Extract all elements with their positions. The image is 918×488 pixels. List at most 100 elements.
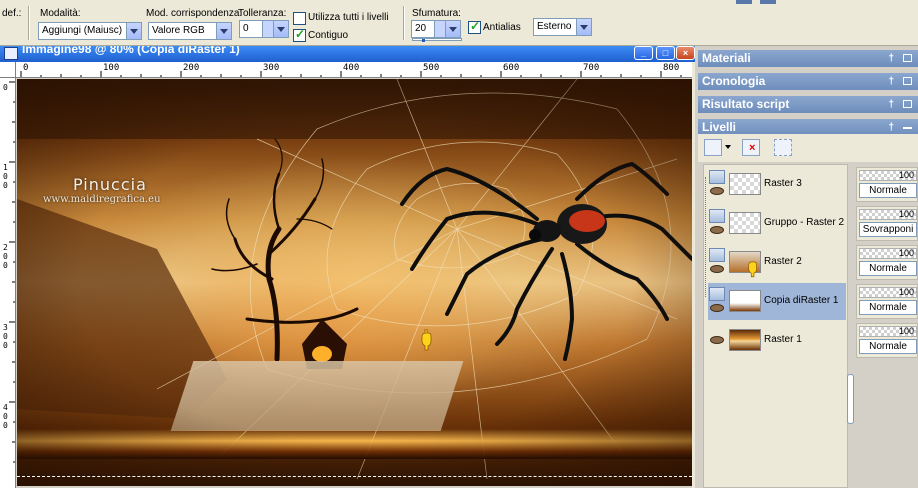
feather-input[interactable]: 20	[411, 20, 461, 38]
ruler-tick-label: 400	[343, 63, 360, 73]
materials-panel-title: Materiali	[702, 51, 751, 65]
layer-properties: 100 Sovrapponi	[856, 206, 918, 241]
minimize-icon[interactable]	[903, 127, 912, 129]
layer-thumbnail	[729, 173, 761, 195]
spin-buttons[interactable]	[434, 21, 445, 37]
close-button[interactable]: ×	[676, 46, 695, 60]
layer-thumbnail	[729, 329, 761, 351]
ruler-tick-label: 400	[3, 403, 8, 430]
contiguous-checkbox[interactable]	[293, 27, 306, 42]
image-window: Immagine98 @ 80% (Copia diRaster 1) _ □ …	[0, 46, 695, 488]
blend-mode-select[interactable]: Normale	[859, 339, 917, 354]
separator	[28, 6, 30, 40]
restore-icon[interactable]	[903, 54, 912, 62]
preset-label: def.:	[2, 8, 22, 19]
blend-mode-select[interactable]: Normale	[859, 300, 917, 315]
spin-buttons[interactable]	[262, 21, 273, 37]
layer-properties: 100 Normale	[856, 323, 918, 358]
side-panels: Materiali † Cronologia † Risultato scrip…	[695, 46, 918, 488]
pin-icon[interactable]: †	[888, 96, 894, 113]
layer-properties-column: 100 Normale 100 Sovrapponi 100 Normale 1…	[855, 164, 918, 488]
top-tab-strip	[718, 0, 918, 4]
ruler-tick-label: 100	[103, 63, 120, 73]
restore-icon[interactable]	[903, 77, 912, 85]
layer-properties: 100 Normale	[856, 245, 918, 280]
eye-icon[interactable]	[710, 304, 724, 312]
chevron-down-icon[interactable]	[273, 21, 288, 37]
pin-icon[interactable]: †	[888, 50, 894, 67]
image-canvas[interactable]: Pinuccia www.maidiregrafica.eu	[17, 79, 692, 486]
restore-icon[interactable]	[903, 100, 912, 108]
image-window-titlebar[interactable]: Immagine98 @ 80% (Copia diRaster 1) _ □ …	[0, 46, 695, 62]
pin-icon[interactable]: †	[888, 73, 894, 90]
layer-row[interactable]: Raster 3	[708, 166, 846, 203]
new-layer-icon[interactable]	[704, 139, 722, 156]
eye-icon[interactable]	[710, 226, 724, 234]
layer-row[interactable]: Raster 1	[708, 322, 846, 359]
feather-label: Sfumatura:	[412, 8, 461, 19]
layers-list: Raster 3 Gruppo - Raster 2 Raster 2 Copi…	[703, 164, 848, 488]
feather-slider[interactable]	[412, 38, 462, 42]
layers-toolbar: ×	[698, 134, 918, 162]
layers-scrollbar[interactable]	[847, 374, 854, 424]
minimize-button[interactable]: _	[634, 46, 653, 60]
ruler-tick-label: 100	[3, 163, 8, 190]
chevron-down-icon[interactable]	[725, 145, 731, 149]
selection-marquee	[17, 476, 692, 477]
history-panel-header[interactable]: Cronologia †	[698, 73, 918, 90]
ruler-tick-label: 200	[183, 63, 200, 73]
pointing-hand-icon	[421, 329, 432, 351]
layer-properties: 100 Normale	[856, 284, 918, 319]
eye-icon[interactable]	[710, 336, 724, 344]
blend-mode-select[interactable]: Normale	[859, 183, 917, 198]
mode-label: Modalità:	[40, 8, 81, 19]
tolerance-value: 0	[243, 23, 249, 34]
pointing-hand-icon	[748, 261, 757, 278]
script-result-panel-header[interactable]: Risultato script †	[698, 96, 918, 113]
layer-type-icon	[709, 170, 725, 184]
opacity-value: 100	[898, 326, 914, 336]
slider-thumb[interactable]	[422, 39, 426, 42]
layer-row[interactable]: Raster 2	[708, 244, 846, 281]
eye-icon[interactable]	[710, 265, 724, 273]
use-all-layers-label: Utilizza tutti i livelli	[308, 12, 389, 23]
layer-name: Copia diRaster 1	[764, 295, 839, 306]
match-mode-select[interactable]: Valore RGB	[148, 22, 232, 40]
chevron-down-icon[interactable]	[126, 23, 141, 39]
chevron-down-icon[interactable]	[576, 19, 591, 35]
ruler-corner	[0, 62, 16, 78]
mask-edit-icon[interactable]	[774, 139, 792, 156]
maximize-button[interactable]: □	[656, 46, 675, 60]
delete-layer-icon[interactable]: ×	[742, 139, 760, 156]
ruler-tick-label: 300	[263, 63, 280, 73]
match-mode-label: Mod. corrispondenza:	[146, 8, 243, 19]
layer-row[interactable]: Gruppo - Raster 2	[708, 205, 846, 242]
layer-type-icon	[709, 287, 725, 301]
contiguous-label: Contiguo	[308, 30, 349, 41]
layers-panel-title: Livelli	[702, 120, 737, 134]
layer-row-selected[interactable]: Copia diRaster 1	[708, 283, 846, 320]
tab-marker[interactable]	[736, 0, 752, 4]
ruler-tick-label: 0	[3, 83, 8, 92]
script-result-panel-title: Risultato script	[702, 97, 790, 111]
horizontal-ruler: 0 100 200 300 400 500 600 700 800	[16, 62, 692, 78]
materials-panel-header[interactable]: Materiali †	[698, 50, 918, 67]
opacity-value: 100	[898, 209, 914, 219]
blend-mode-select[interactable]: Normale	[859, 261, 917, 276]
edge-mode-select[interactable]: Esterno	[533, 18, 592, 36]
use-all-layers-checkbox[interactable]	[293, 12, 306, 25]
opacity-value: 100	[898, 287, 914, 297]
chevron-down-icon[interactable]	[216, 23, 231, 39]
antialias-checkbox[interactable]	[468, 19, 481, 34]
eye-icon[interactable]	[710, 187, 724, 195]
chevron-down-icon[interactable]	[445, 21, 460, 37]
mode-select[interactable]: Aggiungi (Maiusc)	[38, 22, 142, 40]
blend-mode-select[interactable]: Sovrapponi	[859, 222, 917, 237]
layer-name: Raster 3	[764, 178, 802, 189]
antialias-label: Antialias	[483, 22, 521, 33]
watermark-name: Pinuccia	[73, 175, 147, 194]
layer-name: Raster 1	[764, 334, 802, 345]
tab-marker[interactable]	[760, 0, 776, 4]
tolerance-input[interactable]: 0	[239, 20, 289, 38]
match-mode-value: Valore RGB	[152, 25, 205, 36]
